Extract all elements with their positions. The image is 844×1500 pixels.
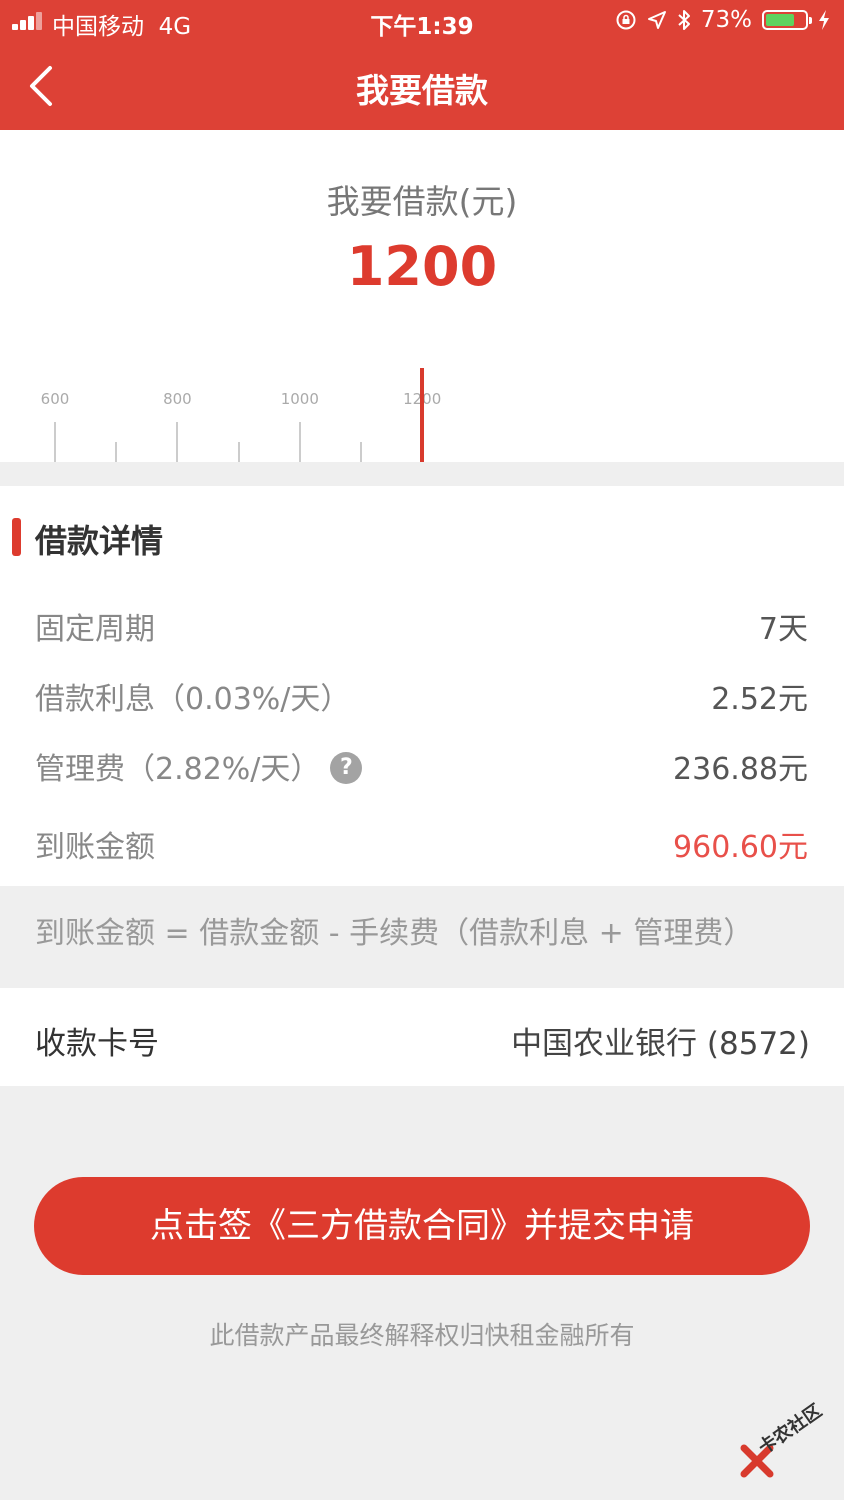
interest-value: 2.52元 (711, 682, 808, 717)
fee-row: 管理费（2.82%/天）? 236.88元 (35, 744, 808, 788)
amount-section: 我要借款(元) 1200 60080010001200 (0, 130, 844, 462)
interest-row: 借款利息（0.03%/天） 2.52元 (35, 674, 808, 718)
footnote: 此借款产品最终解释权归快租金融所有 (209, 1321, 635, 1350)
loan-details-card: 借款详情 固定周期 7天 借款利息（0.03%/天） 2.52元 管理费（2.8… (0, 486, 844, 886)
amount-label: 我要借款(元) (326, 182, 518, 221)
bluetooth-icon (678, 10, 690, 30)
period-value: 7天 (758, 612, 808, 647)
ruler-tick-label: 800 (163, 390, 192, 408)
ruler-tick-label: 1000 (280, 390, 319, 408)
ruler-tick (237, 442, 240, 462)
location-arrow-icon (647, 11, 666, 29)
interest-label: 借款利息（0.03%/天） (35, 682, 351, 717)
question-circle-icon[interactable]: ? (330, 751, 363, 784)
bank-card-row[interactable]: 收款卡号 中国农业银行 (8572) (0, 988, 844, 1086)
page-title: 我要借款 (356, 71, 488, 110)
received-row: 到账金额 960.60元 (35, 822, 808, 866)
rotation-lock-icon (616, 10, 636, 30)
card-label: 收款卡号 (35, 1026, 159, 1062)
battery-fill (766, 14, 794, 26)
ruler-tick (115, 442, 118, 462)
card-value: 中国农业银行 (8572) (511, 1026, 810, 1062)
received-value: 960.60元 (673, 830, 808, 865)
fee-label-wrap: 管理费（2.82%/天）? (35, 744, 363, 788)
slider-indicator[interactable] (420, 368, 425, 462)
fee-label: 管理费（2.82%/天） (35, 752, 321, 787)
ruler-tick (54, 422, 56, 462)
submit-button[interactable]: 点击签《三方借款合同》并提交申请 (34, 1177, 810, 1275)
status-bar: 中国移动 4G 下午1:39 73% (0, 0, 844, 42)
ruler-tick (298, 422, 301, 462)
battery-icon (762, 10, 812, 30)
ruler-tick (176, 422, 179, 462)
battery-percent: 73% (700, 7, 752, 33)
fee-value: 236.88元 (673, 752, 808, 787)
received-label: 到账金额 (35, 830, 155, 865)
amount-value: 1200 (346, 235, 498, 298)
period-label: 固定周期 (35, 612, 155, 647)
ruler-tick (360, 442, 362, 462)
amount-slider[interactable]: 60080010001200 (0, 360, 844, 462)
status-right-icons: 73% (615, 7, 830, 33)
watermark-text: 卡农社区 (754, 1400, 826, 1459)
formula-note: 到账金额 = 借款金额 - 手续费（借款利息 + 管理费） (35, 916, 754, 951)
section-accent-bar (12, 518, 21, 556)
section-title: 借款详情 (35, 522, 164, 560)
charging-bolt-icon (819, 10, 829, 30)
ruler-tick-label: 600 (40, 390, 70, 408)
nav-bar: 我要借款 (0, 42, 844, 130)
watermark-logo: 卡农社区 (736, 1400, 840, 1482)
period-row: 固定周期 7天 (35, 604, 808, 648)
